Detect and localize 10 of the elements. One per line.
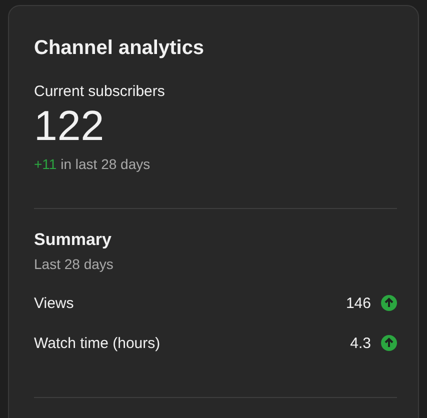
subscriber-change: +11 in last 28 days [34, 155, 152, 173]
metric-label: Views [34, 294, 74, 312]
metric-label: Watch time (hours) [34, 334, 160, 352]
summary-period: Last 28 days [34, 256, 114, 273]
summary-title: Summary [34, 229, 112, 251]
subscribers-label: Current subscribers [34, 83, 166, 101]
metric-value: 146 [346, 294, 371, 312]
metric-value: 4.3 [350, 334, 371, 352]
card-title: Channel analytics [34, 36, 206, 60]
subscriber-count: 122 [34, 102, 106, 150]
